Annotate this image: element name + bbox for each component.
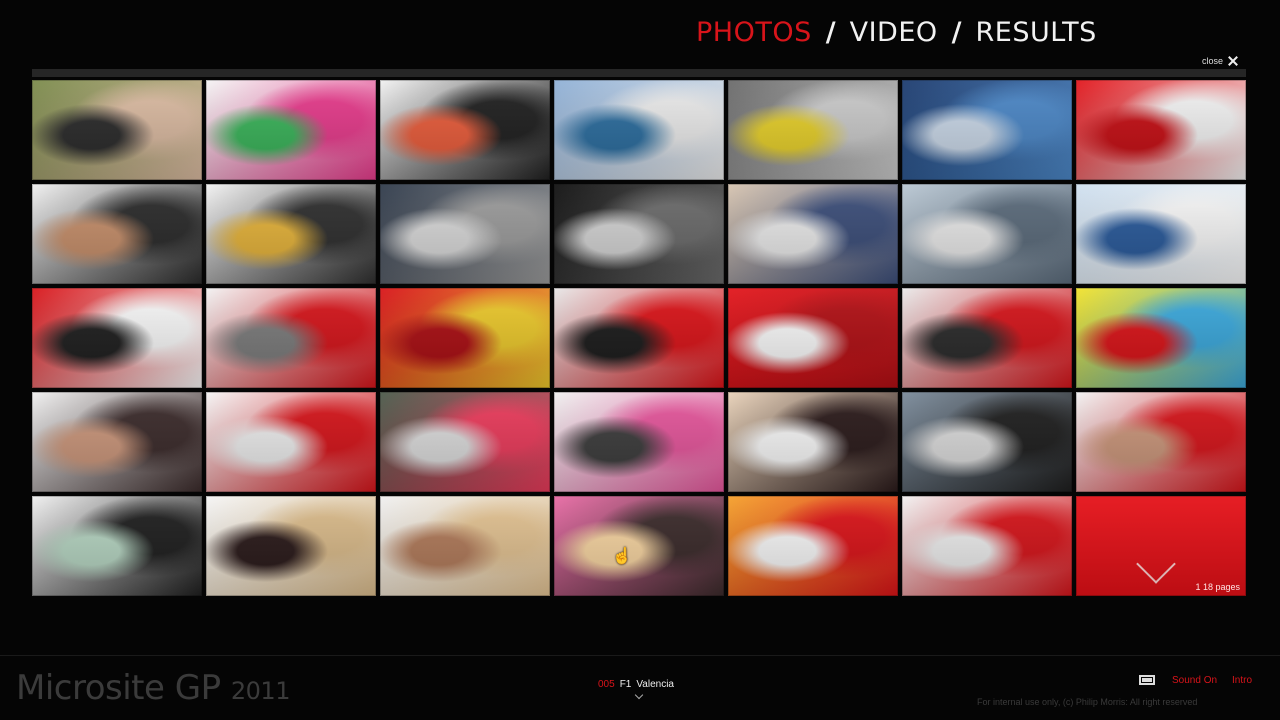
photo-thumbnail-man-pink-background[interactable] (554, 496, 724, 596)
photo-thumbnail-women-walking-dock[interactable] (728, 184, 898, 284)
photo-thumbnail-woman-on-colorful-chair[interactable] (206, 80, 376, 180)
photo-thumbnail-red-chairs-lounge[interactable] (206, 288, 376, 388)
photo-thumbnail-man-in-simulator[interactable] (206, 392, 376, 492)
photo-thumbnail-white-yacht-harbor[interactable] (554, 80, 724, 180)
nav-video[interactable]: VIDEO (850, 17, 938, 48)
photo-thumbnail-woman-meeting-point[interactable] (554, 392, 724, 492)
photo-thumbnail-women-walking-pier[interactable] (902, 184, 1072, 284)
nav-separator: / (951, 16, 962, 48)
photo-thumbnail-people-silhouettes-window[interactable] (902, 80, 1072, 180)
footer-divider (0, 655, 1280, 656)
photo-thumbnail-f1-car-pop-art[interactable] (1076, 288, 1246, 388)
close-icon (1228, 56, 1238, 66)
photo-thumbnail-red-chair-interior[interactable] (902, 496, 1072, 596)
photo-thumbnail-three-women-smiling[interactable] (728, 392, 898, 492)
photo-thumbnail-f1-flags-sky[interactable] (1076, 184, 1246, 284)
hand-cursor-icon: ☝ (612, 548, 632, 565)
photo-thumbnail-crowd-outdoor[interactable] (380, 392, 550, 492)
photo-thumbnail-black-white-hair[interactable] (554, 184, 724, 284)
intro-link[interactable]: Intro (1232, 675, 1252, 686)
brand-logo: Microsite GP 2011 (16, 668, 290, 708)
section-nav: PHOTOS / VIDEO / RESULTS (696, 14, 1097, 50)
pager-text: 1 18 pages (1195, 582, 1240, 592)
copyright-text: For internal use only, (c) Philip Morris… (977, 697, 1198, 707)
photo-thumbnail-f1-car-tire[interactable] (554, 288, 724, 388)
nav-results[interactable]: RESULTS (976, 17, 1097, 48)
photo-thumbnail-red-f1-car-display[interactable] (32, 288, 202, 388)
photo-thumbnail-woman-f1-poster[interactable] (728, 496, 898, 596)
photo-thumbnail-ferrari-red-sign[interactable] (1076, 80, 1246, 180)
close-label: close (1202, 56, 1224, 66)
photo-thumbnail-ashtray-on-table[interactable] (728, 80, 898, 180)
race-name: Valencia (636, 679, 674, 690)
photo-thumbnail-bald-man-ferrari[interactable] (1076, 392, 1246, 492)
photo-thumbnail-red-fabric[interactable] (728, 288, 898, 388)
photo-thumbnail-two-women-portrait[interactable] (32, 496, 202, 596)
nav-photos[interactable]: PHOTOS (696, 17, 812, 48)
photo-thumbnail-blonde-woman-closeup[interactable] (380, 496, 550, 596)
photo-thumbnail-blonde-and-brunette[interactable] (206, 496, 376, 596)
photo-thumbnail-three-men-ferrari[interactable] (902, 288, 1072, 388)
race-dropdown-chevron-icon[interactable] (634, 690, 644, 700)
brand-year: 2011 (230, 677, 291, 705)
photo-thumbnail-ferrari-logo-car[interactable] (380, 288, 550, 388)
photo-thumbnail-man-on-colorful-chair[interactable] (206, 184, 376, 284)
photo-thumbnail-man-profile-portrait[interactable] (32, 184, 202, 284)
photo-thumbnail-man-smiling-colorful-sofa[interactable] (380, 80, 550, 180)
photo-thumbnail-man-closeup-profile[interactable] (32, 392, 202, 492)
photo-grid: 1 18 pages (32, 80, 1248, 596)
gallery-top-bar (32, 69, 1246, 77)
brand-name: Microsite GP (16, 668, 221, 708)
close-button[interactable]: close (1202, 56, 1238, 66)
chevron-down-icon (1136, 544, 1176, 584)
race-info[interactable]: 005 F1 Valencia (598, 679, 674, 690)
race-number: 005 (598, 679, 615, 690)
sound-toggle[interactable]: Sound On (1172, 675, 1217, 686)
photo-thumbnail-woman-and-man-portrait[interactable] (32, 80, 202, 180)
photo-thumbnail-crowd-sunglasses[interactable] (902, 392, 1072, 492)
race-series: F1 (619, 679, 632, 690)
nav-separator: / (825, 16, 836, 48)
next-page-tile[interactable]: 1 18 pages (1076, 496, 1246, 596)
fullscreen-icon[interactable] (1139, 675, 1155, 685)
photo-thumbnail-women-walking-stairs[interactable] (380, 184, 550, 284)
